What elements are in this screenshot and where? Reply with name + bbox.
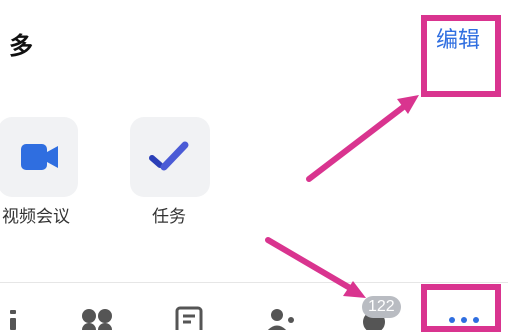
annotation-arrows <box>265 95 419 298</box>
